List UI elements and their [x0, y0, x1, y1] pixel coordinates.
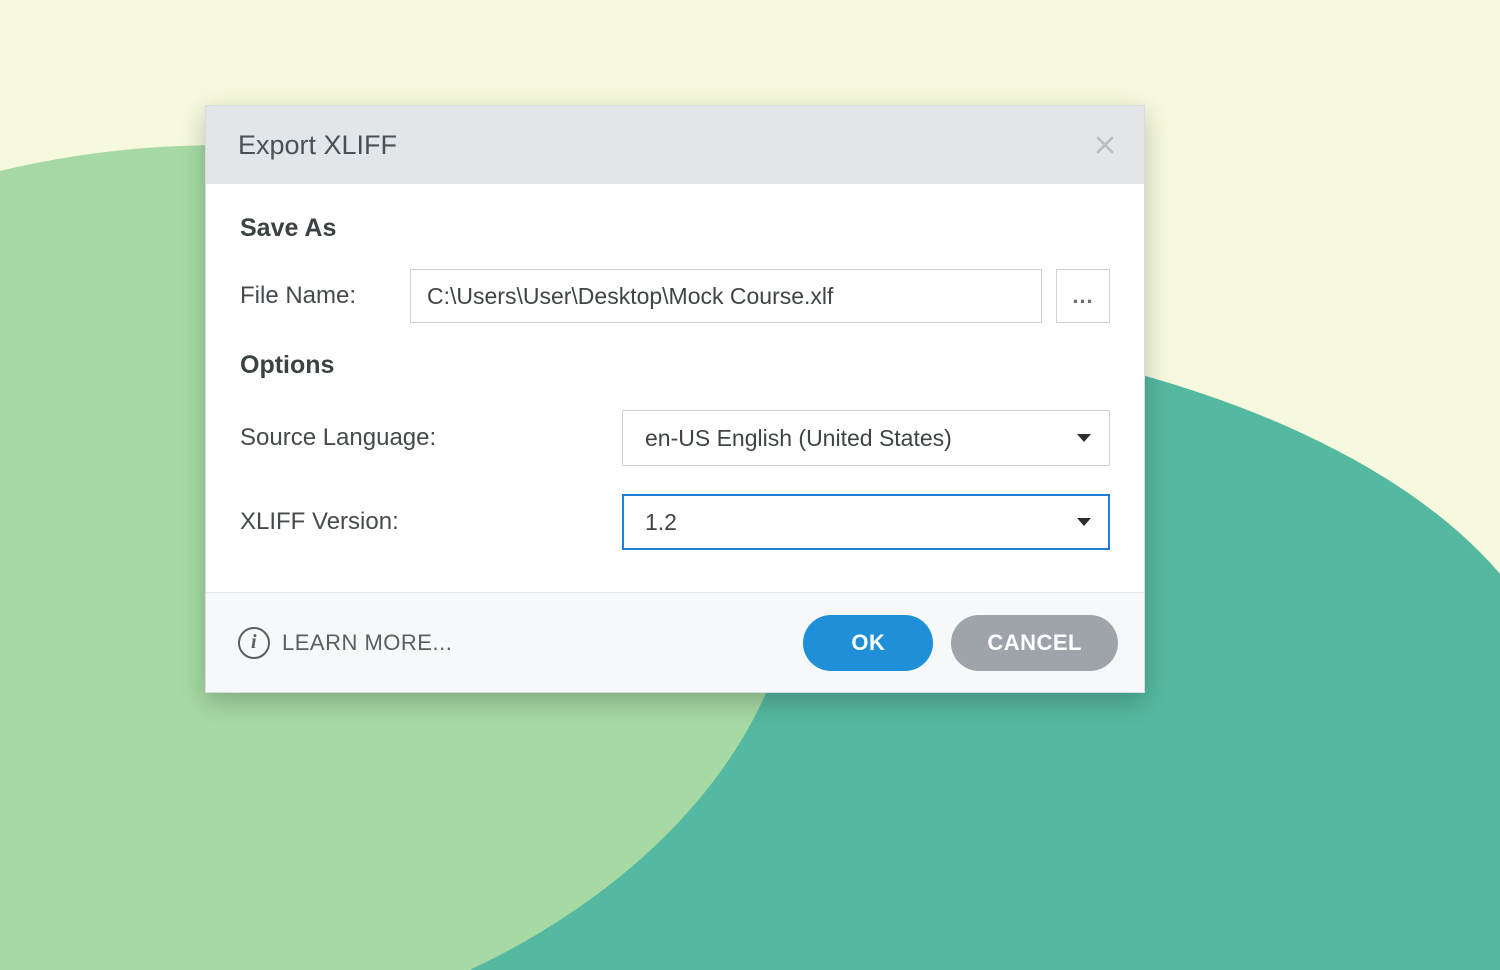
footer-buttons: OK CANCEL: [803, 615, 1118, 671]
dialog-title: Export XLIFF: [238, 130, 397, 161]
xliff-version-label: XLIFF Version:: [240, 508, 622, 536]
dialog-body: Save As File Name: ... Options Source La…: [206, 184, 1144, 592]
dialog-footer: i LEARN MORE... OK CANCEL: [206, 592, 1144, 692]
ellipsis-icon: ...: [1072, 283, 1093, 309]
learn-more-label: LEARN MORE...: [282, 630, 452, 656]
source-language-row: Source Language: en-US English (United S…: [240, 410, 1110, 466]
chevron-down-icon: [1077, 434, 1091, 442]
close-icon[interactable]: [1094, 134, 1116, 156]
source-language-label: Source Language:: [240, 424, 622, 452]
browse-button[interactable]: ...: [1056, 269, 1110, 323]
dialog-titlebar: Export XLIFF: [206, 106, 1144, 184]
save-as-heading: Save As: [240, 214, 1110, 243]
file-name-input[interactable]: [410, 269, 1042, 323]
ok-button[interactable]: OK: [803, 615, 933, 671]
file-name-row: File Name: ...: [240, 269, 1110, 323]
cancel-button[interactable]: CANCEL: [951, 615, 1118, 671]
xliff-version-row: XLIFF Version: 1.2: [240, 494, 1110, 550]
chevron-down-icon: [1077, 518, 1091, 526]
options-heading: Options: [240, 351, 1110, 380]
xliff-version-select[interactable]: 1.2: [622, 494, 1110, 550]
info-icon: i: [238, 627, 270, 659]
learn-more-link[interactable]: i LEARN MORE...: [238, 627, 452, 659]
file-name-label: File Name:: [240, 282, 410, 310]
source-language-value: en-US English (United States): [645, 425, 952, 452]
xliff-version-value: 1.2: [645, 509, 677, 536]
source-language-select[interactable]: en-US English (United States): [622, 410, 1110, 466]
export-xliff-dialog: Export XLIFF Save As File Name: ... Opti…: [205, 105, 1145, 693]
